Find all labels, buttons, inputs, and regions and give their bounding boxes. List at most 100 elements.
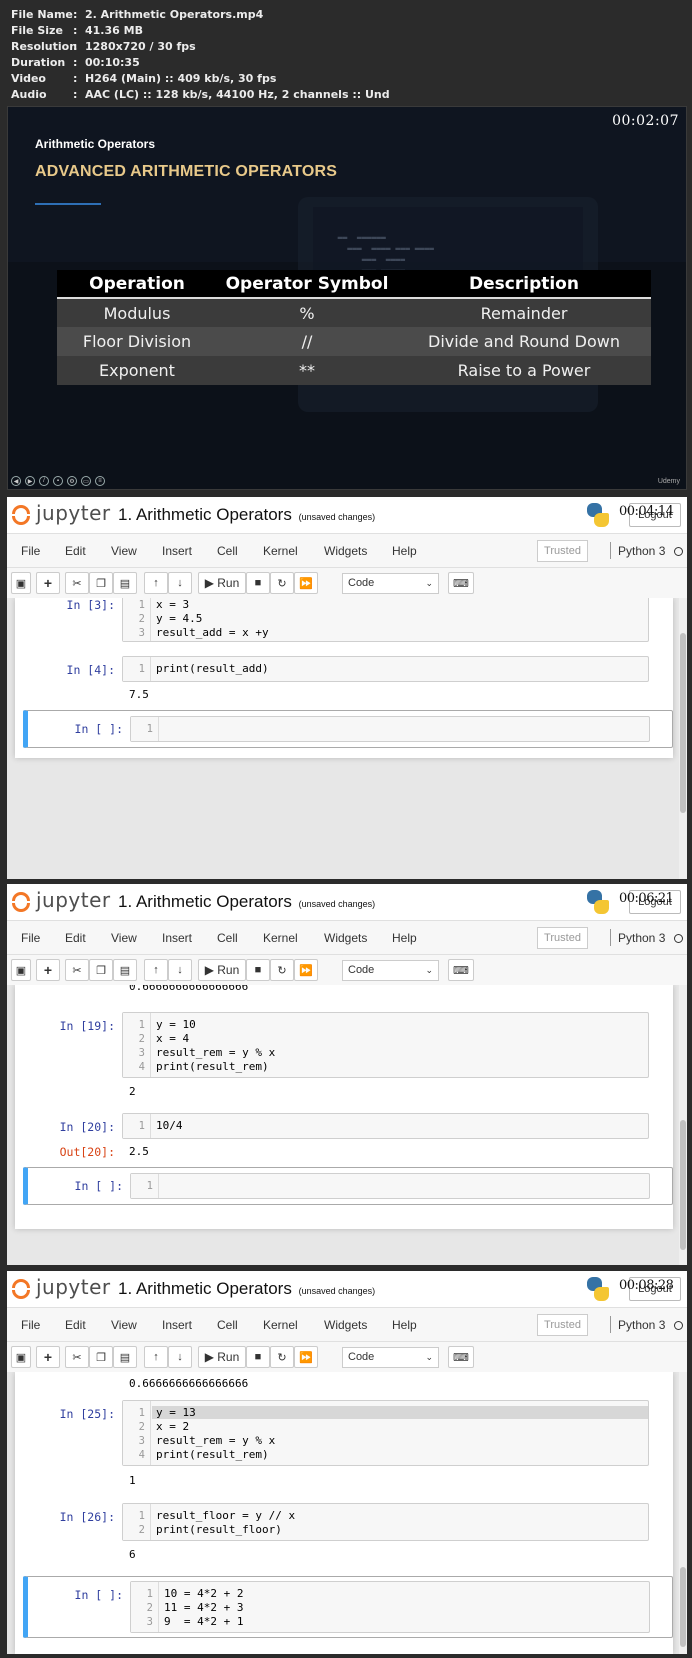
add-cell-icon[interactable]: +	[36, 572, 60, 594]
jupyter-logo-icon[interactable]	[10, 1277, 32, 1301]
play-icon[interactable]: ▶	[25, 476, 35, 486]
code-cell[interactable]: 1 print(result_add)	[122, 656, 649, 682]
menu-file[interactable]: File	[21, 931, 40, 945]
trusted-badge[interactable]: Trusted	[537, 540, 588, 562]
add-cell-icon[interactable]: +	[36, 959, 60, 981]
keyboard-icon[interactable]: ⌨	[448, 959, 474, 981]
fast-forward-icon[interactable]: ⏩	[294, 959, 318, 981]
cell-type-select[interactable]: Code ⌄	[342, 960, 439, 981]
cut-icon[interactable]: ✂	[65, 1346, 89, 1368]
keyboard-icon[interactable]: ⌨	[448, 1346, 474, 1368]
run-button[interactable]: ▶ Run	[198, 572, 246, 594]
menu-widgets[interactable]: Widgets	[324, 931, 367, 945]
move-up-icon[interactable]: ↑	[144, 572, 168, 594]
menu-cell[interactable]: Cell	[217, 544, 238, 558]
menu-kernel[interactable]: Kernel	[263, 544, 298, 558]
move-down-icon[interactable]: ↓	[168, 1346, 192, 1368]
jupyter-logo-icon[interactable]	[10, 503, 32, 527]
menu-edit[interactable]: Edit	[65, 931, 86, 945]
copy-icon[interactable]: ❐	[89, 959, 113, 981]
run-button[interactable]: ▶ Run	[198, 1346, 246, 1368]
settings-icon[interactable]: ⚙	[67, 476, 77, 486]
notebook-title[interactable]: 1. Arithmetic Operators (unsaved changes…	[118, 505, 375, 525]
scrollbar-thumb[interactable]	[680, 633, 686, 813]
menu-kernel[interactable]: Kernel	[263, 931, 298, 945]
cut-icon[interactable]: ✂	[65, 959, 89, 981]
scrollbar[interactable]	[679, 985, 687, 1265]
jupyter-logo-icon[interactable]	[10, 890, 32, 914]
menu-widgets[interactable]: Widgets	[324, 1318, 367, 1332]
add-cell-icon[interactable]: +	[36, 1346, 60, 1368]
menu-widgets[interactable]: Widgets	[324, 544, 367, 558]
selected-cell[interactable]: In [ ]: 1	[23, 1167, 673, 1205]
jupyter-logo-text[interactable]: jupyter	[36, 888, 111, 912]
copy-icon[interactable]: ❐	[89, 1346, 113, 1368]
menu-view[interactable]: View	[111, 931, 137, 945]
kernel-name[interactable]: Python 3	[618, 544, 665, 558]
menu-edit[interactable]: Edit	[65, 1318, 86, 1332]
menu-help[interactable]: Help	[392, 931, 417, 945]
code-cell[interactable]: 1 2 result_floor = y // x print(result_f…	[122, 1503, 649, 1541]
trusted-badge[interactable]: Trusted	[537, 1314, 588, 1336]
paste-icon[interactable]: ▤	[113, 572, 137, 594]
code-cell[interactable]: 1	[130, 716, 650, 742]
menu-insert[interactable]: Insert	[162, 544, 192, 558]
save-icon[interactable]: ▣	[11, 1346, 31, 1368]
scrollbar[interactable]	[679, 1372, 687, 1654]
stop-icon[interactable]: ■	[246, 959, 270, 981]
jupyter-logo-text[interactable]: jupyter	[36, 1275, 111, 1299]
kernel-name[interactable]: Python 3	[618, 931, 665, 945]
notebook-title-text[interactable]: 1. Arithmetic Operators	[118, 1279, 292, 1298]
scrollbar-thumb[interactable]	[680, 1567, 686, 1647]
fast-forward-icon[interactable]: ⏩	[294, 572, 318, 594]
copy-icon[interactable]: ❐	[89, 572, 113, 594]
notebook-title-text[interactable]: 1. Arithmetic Operators	[118, 505, 292, 524]
restart-icon[interactable]: ↻	[270, 959, 294, 981]
menu-edit[interactable]: Edit	[65, 544, 86, 558]
cut-icon[interactable]: ✂	[65, 572, 89, 594]
keyboard-icon[interactable]: ⌨	[448, 572, 474, 594]
menu-help[interactable]: Help	[392, 1318, 417, 1332]
menu-icon[interactable]: ≡	[95, 476, 105, 486]
menu-view[interactable]: View	[111, 544, 137, 558]
pen-icon[interactable]: /	[39, 476, 49, 486]
menu-insert[interactable]: Insert	[162, 931, 192, 945]
menu-file[interactable]: File	[21, 1318, 40, 1332]
code-cell[interactable]: 1 2 3 10 = 4*2 + 2 11 = 4*2 + 3 9 = 4*2 …	[130, 1581, 650, 1633]
move-up-icon[interactable]: ↑	[144, 1346, 168, 1368]
jupyter-logo-text[interactable]: jupyter	[36, 501, 111, 525]
menu-cell[interactable]: Cell	[217, 1318, 238, 1332]
kernel-name[interactable]: Python 3	[618, 1318, 665, 1332]
selected-cell[interactable]: In [ ]: 1 2 3 10 = 4*2 + 2 11 = 4*2 + 3 …	[23, 1576, 673, 1638]
move-down-icon[interactable]: ↓	[168, 959, 192, 981]
fast-forward-icon[interactable]: ⏩	[294, 1346, 318, 1368]
menu-insert[interactable]: Insert	[162, 1318, 192, 1332]
run-button[interactable]: ▶ Run	[198, 959, 246, 981]
menu-view[interactable]: View	[111, 1318, 137, 1332]
code-cell[interactable]: 1 10/4	[122, 1113, 649, 1139]
menu-help[interactable]: Help	[392, 544, 417, 558]
code-cell[interactable]: 1 2 3 4 y = 10 x = 4 result_rem = y % x …	[122, 1012, 649, 1078]
restart-icon[interactable]: ↻	[270, 1346, 294, 1368]
menu-file[interactable]: File	[21, 544, 40, 558]
save-icon[interactable]: ▣	[11, 572, 31, 594]
stop-icon[interactable]: ■	[246, 1346, 270, 1368]
code-cell[interactable]: 1	[130, 1173, 650, 1199]
stop-icon[interactable]: ■	[246, 572, 270, 594]
menu-kernel[interactable]: Kernel	[263, 1318, 298, 1332]
paste-icon[interactable]: ▤	[113, 959, 137, 981]
menu-cell[interactable]: Cell	[217, 931, 238, 945]
move-down-icon[interactable]: ↓	[168, 572, 192, 594]
save-icon[interactable]: ▣	[11, 959, 31, 981]
bookmark-icon[interactable]: ▪	[53, 476, 63, 486]
restart-icon[interactable]: ↻	[270, 572, 294, 594]
notebook-title[interactable]: 1. Arithmetic Operators (unsaved changes…	[118, 1279, 375, 1299]
scrollbar-thumb[interactable]	[680, 1120, 686, 1250]
captions-icon[interactable]: ▭	[81, 476, 91, 486]
code-cell[interactable]: 1 2 3 4 y = 13 x = 2 result_rem = y % x …	[122, 1400, 649, 1466]
notebook-title[interactable]: 1. Arithmetic Operators (unsaved changes…	[118, 892, 375, 912]
notebook-title-text[interactable]: 1. Arithmetic Operators	[118, 892, 292, 911]
paste-icon[interactable]: ▤	[113, 1346, 137, 1368]
rewind-icon[interactable]: ◀	[11, 476, 21, 486]
trusted-badge[interactable]: Trusted	[537, 927, 588, 949]
